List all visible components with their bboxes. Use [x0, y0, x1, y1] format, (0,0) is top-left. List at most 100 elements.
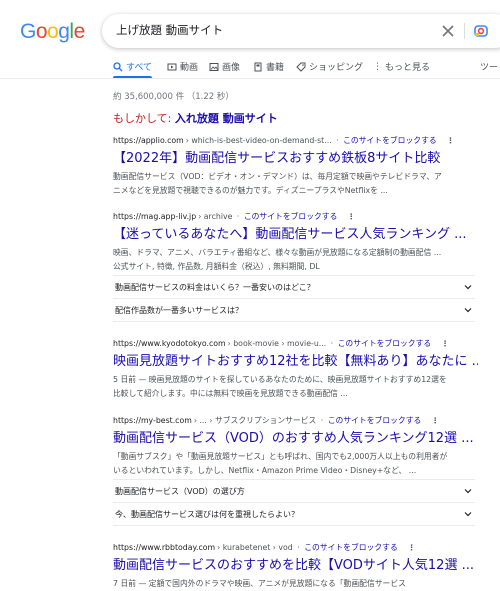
spelling-suggestion: もしかして: 入れ放題 動画サイト [113, 110, 278, 126]
header: Google 上げ放題 動画サイト [0, 0, 500, 60]
tab-label: ツー [480, 63, 499, 73]
result-url[interactable]: https://applio.com › which-is-best-video… [113, 134, 478, 146]
snippet-line: 映画、ドラマ、アニメ、バラエティ番組など、様々な動画が見放題になる定額制の動画配… [113, 248, 442, 257]
search-result: https://mag.app-liv.jp › archive · このサイト… [113, 210, 478, 274]
result-url[interactable]: https://my-best.com › ... › サブスクリプションサービ… [113, 414, 478, 426]
tab-more[interactable]: ⋮ もっと見る [373, 60, 431, 74]
did-you-mean-label: もしかして: [113, 112, 175, 125]
result-snippet: 7 日前 — 定額で国内外のドラマや映画、アニメが見放題になる「動画配信サービス [113, 577, 478, 591]
snippet-line: ニメなどを見放題で視聴できるのが魅力です。ディズニープラスやNetflixを .… [113, 186, 388, 195]
chevron-down-icon [464, 308, 472, 313]
result-domain[interactable]: https://my-best.com [113, 416, 192, 425]
logo-letter: o [35, 20, 48, 43]
google-logo[interactable]: Google [20, 20, 85, 44]
tab-label: ショッピング [309, 63, 364, 73]
result-stats: 約 35,600,000 件 （1.22 秒） [113, 92, 234, 102]
snippet-line: 公式サイト, 特徴, 作品数, 月額料金（税込）, 無料期間, DL [113, 262, 320, 271]
result-snippet: 動画配信サービス（VOD：ビデオ・オン・デマンド）は、毎月定額で映画やテレビドラ… [113, 170, 478, 198]
result-domain[interactable]: https://applio.com [113, 136, 184, 145]
book-icon [254, 62, 262, 71]
result-path: › which-is-best-video-on-demand-st... [185, 135, 332, 145]
result-title[interactable]: 【2022年】動画配信サービスおすすめ鉄板8サイト比較 [113, 151, 478, 167]
result-title[interactable]: 動画配信サービス（VOD）のおすすめ人気ランキング12選 ... [113, 431, 478, 447]
chevron-down-icon [464, 489, 472, 494]
snippet-line: 比較して紹介します。中には無料で映画を見放題できる動画配信 ... [113, 389, 348, 398]
separator-dot: · [294, 542, 303, 552]
faq-item[interactable]: 動画配信サービス（VOD）の選び方 [113, 479, 475, 502]
snippet-line: 5 日前 — 映画見放題のサイトを探しているあなたのために、映画見放題サイトおす… [113, 375, 447, 384]
result-url[interactable]: https://www.rbbtoday.com › kurabetenet ›… [113, 541, 478, 553]
result-domain[interactable]: https://www.rbbtoday.com [113, 543, 215, 552]
search-box[interactable]: 上げ放題 動画サイト [102, 14, 500, 48]
faq-question: 動画配信サービス（VOD）の選び方 [115, 487, 245, 496]
result-path: › archive [198, 211, 233, 221]
more-icon: ⋮ [373, 61, 382, 72]
more-options-icon[interactable]: ⋮ [447, 136, 455, 145]
faq-question: 配信作品数が一番多いサービスは？ [115, 306, 243, 315]
clear-icon[interactable] [440, 23, 456, 39]
result-snippet: 「動画サブスク」や「動画見放題サービス」とも呼ばれ、国内でも2,000万人以上も… [113, 450, 478, 478]
result-domain[interactable]: https://www.kyodotokyo.com [113, 339, 226, 348]
search-result: https://my-best.com › ... › サブスクリプションサービ… [113, 414, 478, 478]
tab-shopping[interactable]: ショッピング [296, 60, 363, 73]
result-url[interactable]: https://mag.app-liv.jp › archive · このサイト… [113, 210, 478, 222]
search-input[interactable]: 上げ放題 動画サイト [116, 22, 223, 38]
more-options-icon[interactable]: ⋮ [347, 212, 355, 221]
tab-images[interactable]: 画像 [209, 60, 240, 73]
tab-all[interactable]: すべて [113, 60, 153, 79]
tab-label: もっと見る [385, 63, 431, 73]
snippet-line: いるといわれています。しかし、Netflix・Amazon Prime Vide… [113, 466, 417, 475]
tab-label: 書籍 [266, 63, 285, 73]
faq-question: 今、動画配信サービス選びは何を重視したらよい？ [115, 510, 299, 519]
result-path: › ... › サブスクリプションサービス [193, 415, 317, 425]
video-icon [167, 63, 177, 70]
tab-tools[interactable]: ツー [480, 60, 498, 73]
logo-letter: e [73, 20, 86, 43]
result-path: › book-movie › movie-u... [227, 338, 327, 348]
tab-books[interactable]: 書籍 [253, 60, 284, 73]
camera-icon[interactable] [473, 23, 489, 39]
block-site-link[interactable]: このサイトをブロックする [338, 338, 432, 349]
snippet-line: 「動画サブスク」や「動画見放題サービス」とも呼ばれ、国内でも2,000万人以上も… [113, 452, 448, 461]
result-snippet: 映画、ドラマ、アニメ、バラエティ番組など、様々な動画が見放題になる定額制の動画配… [113, 246, 478, 274]
separator-dot: · [234, 211, 242, 221]
block-site-link[interactable]: このサイトをブロックする [328, 415, 422, 426]
result-path: › kurabetenet › vod [217, 542, 293, 552]
more-options-icon[interactable]: ⋮ [408, 543, 416, 552]
logo-letter: g [58, 20, 70, 43]
faq-question: 動画配信サービスの料金はいくら？一番安いのはどこ？ [115, 283, 315, 292]
tab-label: 動画 [180, 63, 199, 73]
result-title[interactable]: 動画配信サービスのおすすめを比較【VODサイト人気12選 ... [113, 558, 478, 574]
separator-dot: · [333, 135, 342, 145]
chevron-down-icon [464, 285, 472, 290]
faq-item[interactable]: 動画配信サービスの料金はいくら？一番安いのはどこ？ [113, 275, 475, 298]
search-result: https://www.kyodotokyo.com › book-movie … [113, 337, 478, 401]
search-result: https://applio.com › which-is-best-video… [113, 134, 478, 198]
logo-letter: o [47, 20, 59, 43]
snippet-line: 動画配信サービス（VOD：ビデオ・オン・デマンド）は、毎月定額で映画やテレビドラ… [113, 172, 442, 181]
suggestion-link[interactable]: 入れ放題 動画サイト [175, 112, 278, 125]
result-snippet: 5 日前 — 映画見放題のサイトを探しているあなたのために、映画見放題サイトおす… [113, 373, 478, 401]
more-options-icon[interactable]: ⋮ [441, 339, 449, 348]
faq-item[interactable]: 今、動画配信サービス選びは何を重視したらよい？ [113, 502, 475, 526]
separator-dot: · [328, 338, 336, 348]
result-title[interactable]: 映画見放題サイトおすすめ12社を比較【無料あり】あなたに ... [113, 354, 478, 370]
block-site-link[interactable]: このサイトをブロックする [304, 542, 398, 553]
faq-item[interactable]: 配信作品数が一番多いサービスは？ [113, 298, 475, 322]
result-title[interactable]: 【迷っているあなたへ】動画配信サービス人気ランキング ... [113, 227, 478, 243]
search-icon [113, 61, 123, 71]
logo-letter: G [20, 20, 36, 43]
chevron-down-icon [464, 512, 472, 517]
tag-icon [296, 62, 306, 72]
block-site-link[interactable]: このサイトをブロックする [244, 211, 338, 222]
more-options-icon[interactable]: ⋮ [431, 416, 439, 425]
separator-dot: · [318, 415, 326, 425]
search-result: https://www.rbbtoday.com › kurabetenet ›… [113, 541, 478, 591]
block-site-link[interactable]: このサイトをブロックする [343, 135, 437, 146]
tab-label: 画像 [222, 63, 241, 73]
result-domain[interactable]: https://mag.app-liv.jp [113, 212, 196, 221]
result-url[interactable]: https://www.kyodotokyo.com › book-movie … [113, 337, 478, 349]
tab-videos[interactable]: 動画 [167, 60, 198, 73]
divider [464, 23, 465, 39]
search-tabs: すべて 動画 画像 書籍 ショッピング ⋮ もっと見る ツー [0, 54, 500, 79]
